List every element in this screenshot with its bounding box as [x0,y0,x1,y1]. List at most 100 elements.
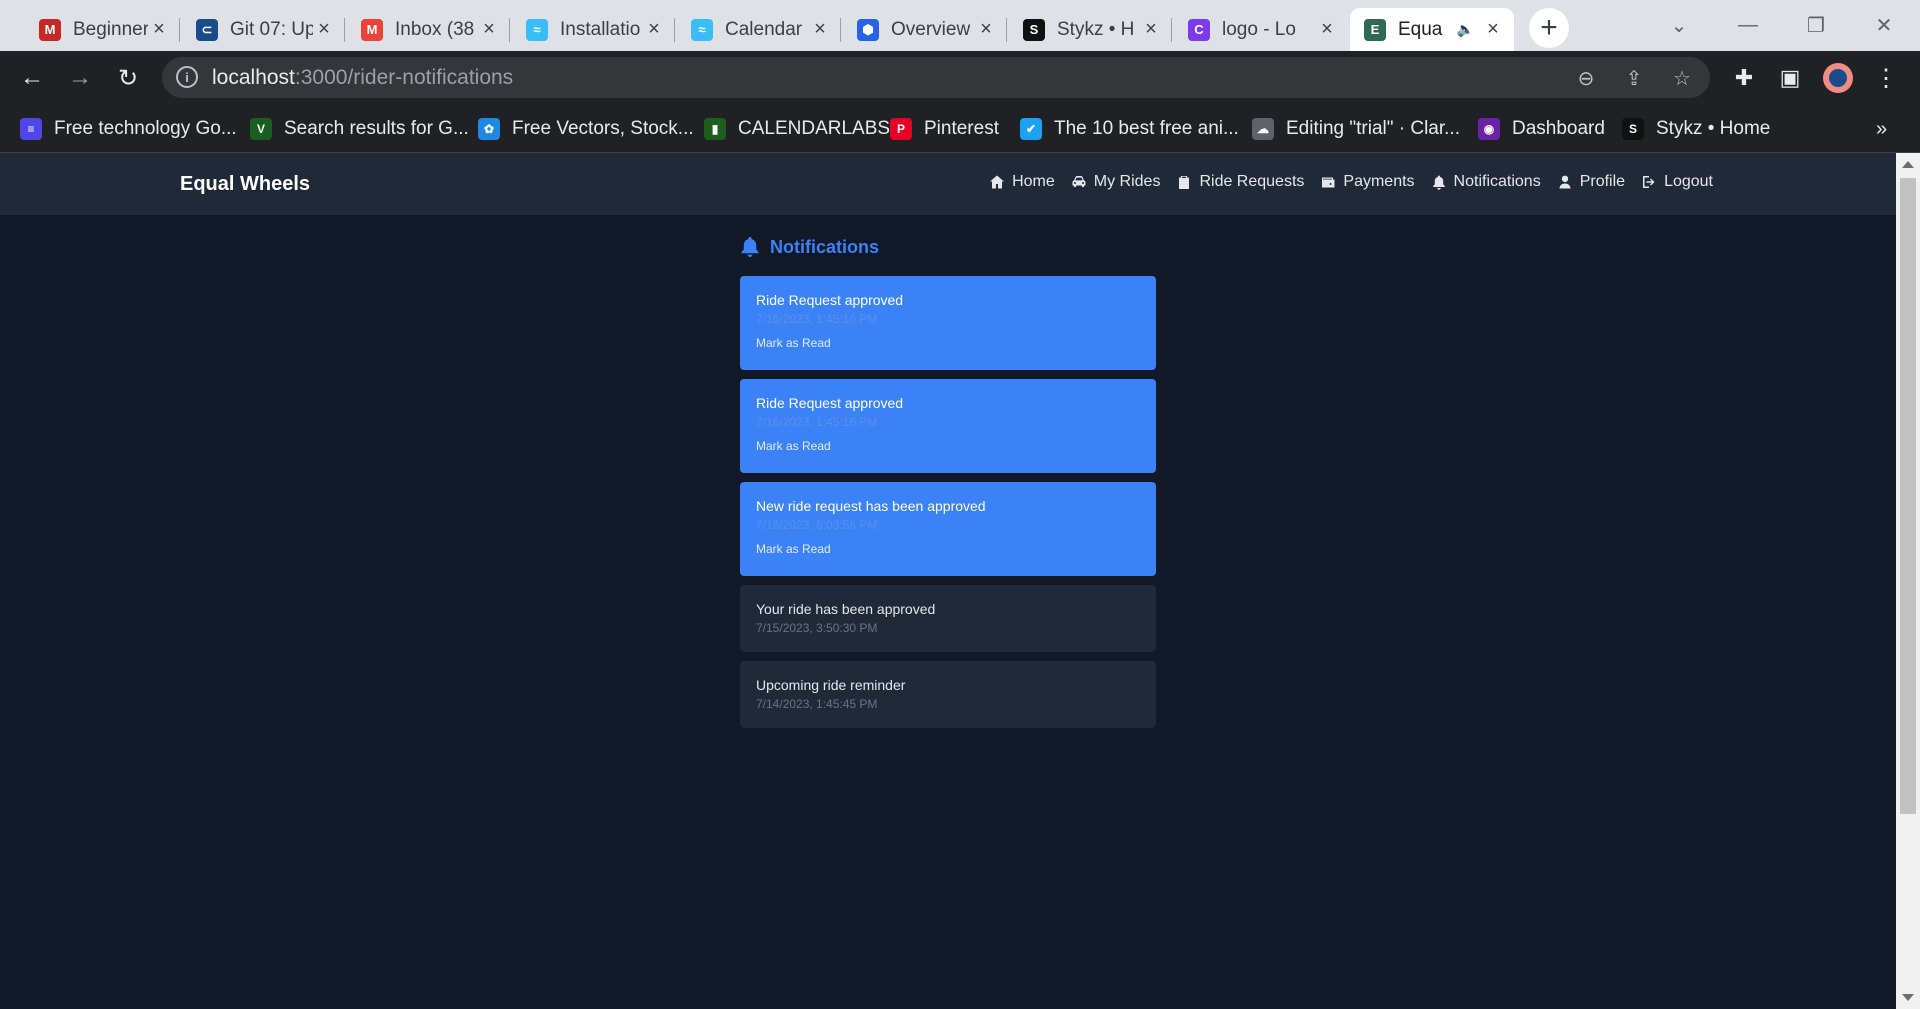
forward-icon[interactable]: → [62,60,98,96]
canva-icon: C [1188,18,1210,41]
bookmark-star-icon[interactable]: ☆ [1668,64,1696,92]
zoom-out-icon[interactable]: ⊖ [1572,64,1600,92]
cloud-icon: ☁ [1252,118,1274,140]
tailwind-icon: ≈ [526,18,548,41]
nav-link-label: Logout [1664,173,1713,190]
notifications-panel: Notifications Ride Request approved 7/16/… [740,233,1156,737]
back-icon[interactable]: ← [14,60,50,96]
url-text[interactable]: localhost:3000/rider-notifications [212,66,513,90]
tab-title: Inbox (38 [395,18,475,40]
browser-tab[interactable]: S Stykz • H × [1009,8,1172,51]
nav-link-payments[interactable]: Payments [1320,173,1415,191]
close-window-icon[interactable]: ✕ [1856,0,1912,51]
browser-tab[interactable]: ⊂ Git 07: Up × [182,8,345,51]
mark-as-read-button[interactable]: Mark as Read [756,542,1140,556]
nav-link-label: Notifications [1453,173,1541,190]
side-panel-icon[interactable]: ▣ [1772,60,1808,96]
notification-card: Ride Request approved 7/16/2023, 1:45:16 … [740,379,1156,473]
logout-icon [1643,176,1655,188]
bookmarks-bar: » ≡ Free technology Go... V Search results … [0,105,1920,153]
browser-tab[interactable]: M Beginner × [25,8,180,51]
mark-as-read-button[interactable]: Mark as Read [756,336,1140,350]
bookmark-item[interactable]: ≡ Free technology Go... [20,115,237,143]
bookmark-item[interactable]: S Stykz • Home [1622,115,1770,143]
share-icon[interactable]: ⇪ [1620,64,1648,92]
more-bookmarks-icon[interactable]: » [1876,115,1887,143]
scroll-up-icon[interactable] [1902,161,1914,168]
stykz-icon: S [1023,18,1045,41]
tab-title: Installatio [560,18,641,40]
menu-kebab-icon[interactable]: ⋮ [1868,60,1904,96]
browser-tab[interactable]: ⬢ Overview × [843,8,1007,51]
notification-timestamp: 7/16/2023, 1:45:16 PM [756,415,878,429]
bookmark-item[interactable]: ✿ Free Vectors, Stock... [478,115,694,143]
close-tab-icon[interactable]: × [148,18,170,41]
notification-card: Your ride has been approved 7/15/2023, 3:… [740,585,1156,652]
tab-divider [840,18,841,42]
notification-timestamp: 7/16/2023, 6:03:56 PM [756,518,878,532]
audio-playing-icon[interactable]: 🔈 [1457,21,1474,38]
tab-search-icon[interactable]: ⌄ [1651,0,1707,51]
calendar-icon: ▮ [704,118,726,140]
extensions-icon[interactable]: ✚ [1726,60,1762,96]
close-tab-icon[interactable]: × [975,18,997,41]
bookmark-item[interactable]: P Pinterest [890,115,999,143]
notification-message: Your ride has been approved [756,601,936,617]
nav-link-my-rides[interactable]: My Rides [1071,173,1160,191]
close-tab-icon[interactable]: × [643,18,665,41]
browser-tab[interactable]: ≈ Installatio × [512,8,675,51]
bell-icon [1432,175,1445,190]
home-icon [990,175,1005,189]
nav-link-label: Payments [1343,173,1415,190]
close-tab-icon[interactable]: × [1140,18,1162,41]
bookmark-label: Free Vectors, Stock... [512,118,694,139]
nav-link-logout[interactable]: Logout [1641,173,1713,191]
nav-link-profile[interactable]: Profile [1557,173,1625,191]
tab-title: logo - Lo [1222,18,1296,40]
browser-tab[interactable]: M Inbox (38 × [347,8,510,51]
address-bar[interactable]: i localhost:3000/rider-notifications ⊖ ⇪… [162,57,1710,98]
scroll-thumb[interactable] [1900,178,1916,814]
notification-message: Ride Request approved [756,292,904,308]
profile-avatar[interactable] [1820,60,1856,96]
shield-logo-icon: ⬢ [857,18,879,41]
browser-tab[interactable]: ≈ Calendar × [677,8,841,51]
notification-card: Ride Request approved 7/16/2023, 1:45:16 … [740,276,1156,370]
reload-icon[interactable]: ↻ [110,60,146,96]
close-tab-icon[interactable]: × [1316,18,1338,41]
gmail-icon: M [361,18,383,41]
tab-divider [1006,18,1007,42]
nav-link-home[interactable]: Home [989,173,1055,191]
bookmark-label: Editing "trial" · Clar... [1286,118,1460,139]
close-tab-icon[interactable]: × [478,18,500,41]
browser-tab[interactable]: Clogo - Lo × [1174,8,1348,51]
nav-link-notifications[interactable]: Notifications [1431,173,1541,191]
tab-divider [344,18,345,42]
bell-icon [741,237,759,257]
nav-links: Home My Rides Ride Requests Payments Notific… [989,173,1713,191]
page-scrollbar[interactable] [1896,153,1920,1009]
new-tab-button[interactable]: + [1529,8,1569,48]
car-icon [1072,176,1086,187]
freepik-icon: ✿ [478,118,500,140]
bookmark-item[interactable]: ▮ CALENDARLABS [704,115,890,143]
close-tab-icon[interactable]: × [313,18,335,41]
bookmark-item[interactable]: V Search results for G... [250,115,469,143]
scroll-down-icon[interactable] [1902,994,1914,1001]
restore-icon[interactable]: ❐ [1788,0,1844,51]
nav-link-ride-requests[interactable]: Ride Requests [1176,173,1304,191]
minimize-icon[interactable]: — [1720,0,1776,51]
close-tab-icon[interactable]: × [809,18,831,41]
bird-icon: ✔ [1020,118,1042,140]
notification-card: Upcoming ride reminder 7/14/2023, 1:45:45… [740,661,1156,728]
bookmark-item[interactable]: ☁ Editing "trial" · Clar... [1252,115,1460,143]
bookmark-item[interactable]: ✔ The 10 best free ani... [1020,115,1239,143]
notification-message: Ride Request approved [756,395,904,411]
mark-as-read-button[interactable]: Mark as Read [756,439,1140,453]
site-info-icon[interactable]: i [176,66,198,88]
close-tab-icon[interactable]: × [1482,18,1504,41]
brand-logo[interactable]: Equal Wheels [180,173,310,196]
browser-toolbar: ← → ↻ i localhost:3000/rider-notificatio… [0,51,1920,105]
bookmark-item[interactable]: ◉ Dashboard [1478,115,1605,143]
browser-tab[interactable]: E Equa 🔈 × [1350,8,1514,51]
